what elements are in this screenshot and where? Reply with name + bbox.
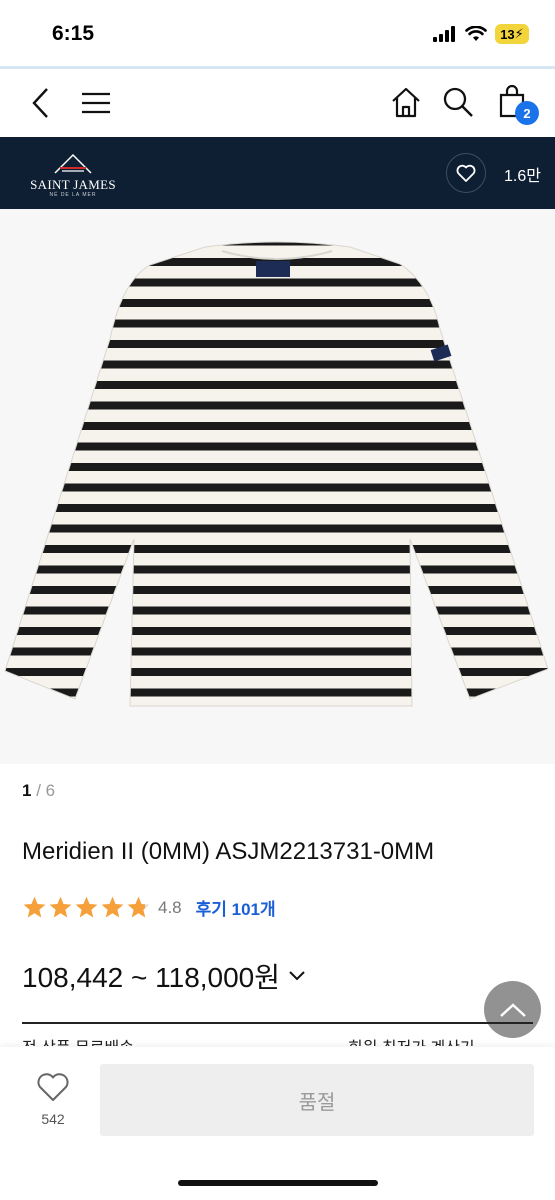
- heart-icon: [37, 1073, 69, 1101]
- hamburger-icon: [82, 92, 110, 114]
- home-icon: [392, 87, 420, 118]
- review-link[interactable]: 후기 101개: [196, 895, 276, 920]
- brand-logo[interactable]: SAINT JAMES NÉ DE LA MER: [28, 151, 118, 198]
- star-half-icon: [127, 896, 150, 918]
- status-time: 6:15: [52, 22, 95, 45]
- cart-button[interactable]: 2: [497, 83, 539, 125]
- pager-total: 6: [45, 781, 56, 800]
- top-nav: 2: [0, 69, 555, 137]
- product-title: Meridien II (0MM) ASJM2213731-0MM: [22, 838, 435, 865]
- brand-name: SAINT JAMES: [30, 177, 116, 192]
- product-image[interactable]: [0, 209, 555, 764]
- brand-subtitle: NÉ DE LA MER: [49, 192, 97, 198]
- product-rating: 4.8 후기 101개: [22, 895, 276, 920]
- search-icon: [443, 87, 473, 117]
- battery-icon: 13 ⚡: [495, 24, 529, 44]
- brand-mark-icon: [54, 153, 92, 174]
- striped-shirt-image: [4, 241, 549, 707]
- home-indicator: [178, 1180, 378, 1186]
- chevron-down-icon[interactable]: [288, 970, 306, 982]
- battery-level: 13: [500, 26, 515, 42]
- section-divider: [22, 1022, 533, 1024]
- rating-value: 4.8: [158, 897, 182, 917]
- product-price-row[interactable]: 108,442 ~ 118,000원: [22, 956, 306, 996]
- home-button[interactable]: [389, 85, 423, 119]
- search-button[interactable]: [441, 85, 475, 119]
- star-icon: [75, 896, 98, 918]
- chevron-left-icon: [32, 88, 48, 118]
- wifi-icon: [465, 26, 487, 41]
- back-button[interactable]: [24, 85, 58, 121]
- status-icons: 13 ⚡: [433, 24, 529, 44]
- menu-button[interactable]: [80, 87, 112, 119]
- scroll-top-button[interactable]: [484, 981, 541, 1038]
- price-calculator-link[interactable]: 회원 최저가 계산기: [348, 1034, 475, 1046]
- signal-icon: [433, 26, 455, 42]
- brand-like-count: 1.6만: [504, 168, 541, 185]
- brand-like-button[interactable]: [446, 153, 486, 193]
- image-pager: 1 / 6: [22, 781, 55, 801]
- sold-out-button[interactable]: 품절: [100, 1064, 534, 1136]
- status-bar: 6:15 13 ⚡: [0, 0, 555, 68]
- product-price: 108,442 ~ 118,000원: [22, 962, 281, 993]
- star-icon: [49, 896, 72, 918]
- pager-separator: /: [31, 781, 46, 800]
- cart-count-badge: 2: [515, 101, 539, 125]
- star-icon: [101, 896, 124, 918]
- star-icon: [23, 896, 46, 918]
- wishlist-button[interactable]: 542: [24, 1072, 82, 1127]
- shipping-info: 전 상품 무료배송: [22, 1034, 134, 1046]
- heart-icon: [456, 164, 476, 182]
- wishlist-count: 542: [41, 1111, 65, 1127]
- chevron-up-icon: [499, 1002, 526, 1017]
